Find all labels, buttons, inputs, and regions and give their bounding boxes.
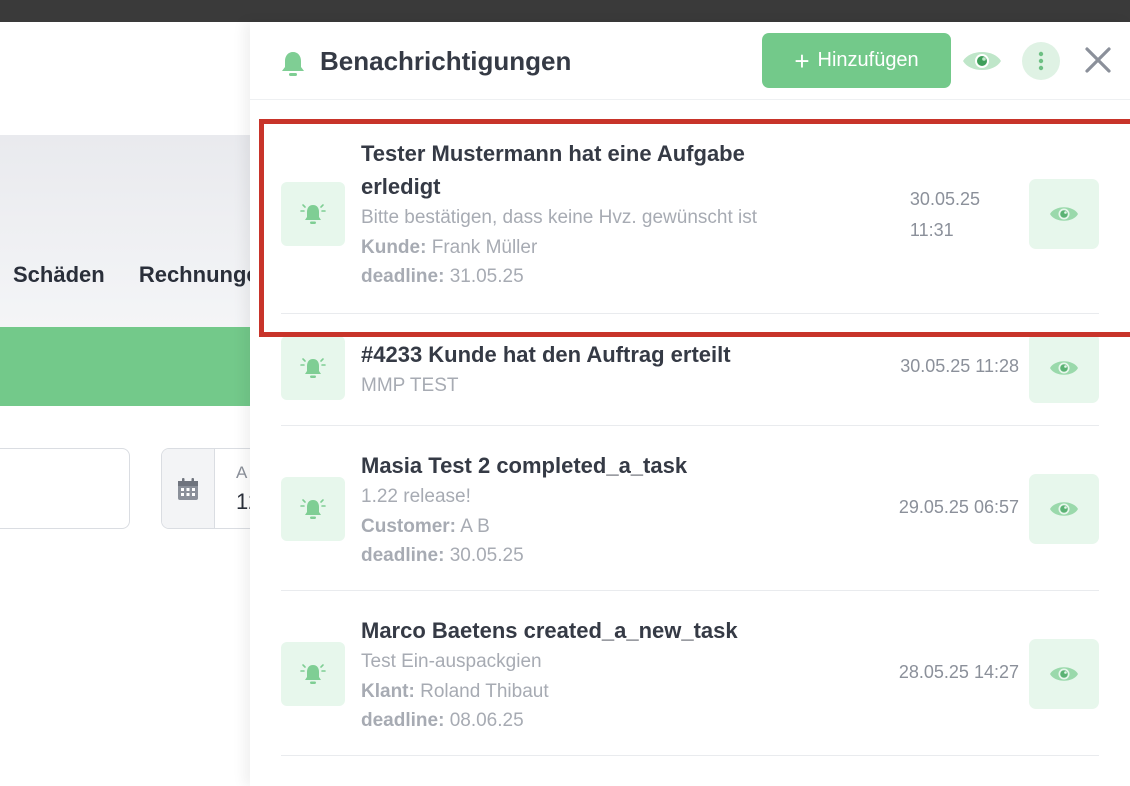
- notification-title: Masia Test 2 completed_a_task: [361, 453, 688, 478]
- background-app: Schäden Rechnunge A 12: [0, 22, 250, 786]
- deadline-label: deadline:: [361, 710, 445, 731]
- customer-label: Customer:: [361, 515, 457, 537]
- notification-item[interactable]: Tester Mustermann hat eine Aufgabe erled…: [281, 118, 1099, 314]
- panel-title: Benachrichtigungen: [320, 46, 572, 76]
- background-nav: Schäden Rechnunge: [13, 262, 250, 288]
- customer-label: Klant:: [361, 680, 415, 702]
- deadline-value: 31.05.25: [449, 266, 524, 287]
- customer-name: Roland Thibaut: [420, 680, 549, 702]
- add-button-label: Hinzufügen: [817, 49, 919, 71]
- customer-label: Kunde:: [361, 236, 427, 258]
- date-field-label: A: [236, 463, 248, 482]
- notifications-panel: Benachrichtigungen + Hinzufügen Tester M…: [250, 22, 1130, 786]
- nav-item-schaeden[interactable]: Schäden: [13, 262, 105, 287]
- eye-icon: [963, 52, 1001, 70]
- notification-message: 1.22 release!: [361, 486, 471, 507]
- notification-deadline: deadline: 08.06.25: [361, 706, 738, 736]
- notification-title-line: Tester Mustermann hat eine Aufgabe: [361, 141, 745, 166]
- notification-content: Masia Test 2 completed_a_task 1.22 relea…: [361, 449, 687, 571]
- add-button[interactable]: + Hinzufügen: [762, 33, 951, 88]
- notification-deadline: deadline: 31.05.25: [361, 262, 757, 292]
- notification-item[interactable]: Masia Test 2 completed_a_task 1.22 relea…: [281, 426, 1099, 591]
- customer-name: Frank Müller: [431, 236, 538, 258]
- deadline-value: 08.06.25: [449, 710, 524, 731]
- eye-icon: [1050, 667, 1078, 681]
- background-input[interactable]: [0, 448, 130, 529]
- notification-customer: Klant: Roland Thibaut: [361, 677, 738, 707]
- panel-header: Benachrichtigungen + Hinzufügen: [250, 22, 1130, 100]
- notification-timestamp: 30.05.25 11:28: [900, 356, 1019, 376]
- notification-title-line: erledigt: [361, 174, 441, 199]
- mark-all-read-eye-button[interactable]: [959, 38, 1005, 84]
- notification-content: Marco Baetens created_a_new_task Test Ei…: [361, 614, 738, 736]
- notification-title: Tester Mustermann hat eine Aufgabe erled…: [361, 137, 757, 203]
- notification-bell-icon: [281, 477, 345, 541]
- customer-name: A B: [460, 515, 490, 537]
- close-icon: [1085, 47, 1111, 73]
- mark-read-eye-button[interactable]: [1029, 179, 1099, 249]
- notification-content: #4233 Kunde hat den Auftrag erteilt MMP …: [361, 338, 731, 401]
- deadline-label: deadline:: [361, 266, 445, 287]
- notification-list: Tester Mustermann hat eine Aufgabe erled…: [281, 118, 1099, 756]
- background-header: [0, 135, 250, 327]
- bell-icon: [282, 52, 304, 76]
- notification-message: Bitte bestätigen, dass keine Hvz. gewüns…: [361, 207, 758, 228]
- notification-content: Tester Mustermann hat eine Aufgabe erled…: [361, 137, 757, 292]
- notification-title: Marco Baetens created_a_new_task: [361, 618, 738, 643]
- notification-timestamp: 30.05.25 11:31: [910, 184, 980, 246]
- notification-message: Test Ein-auspackgien: [361, 651, 542, 672]
- mark-read-eye-button[interactable]: [1029, 474, 1099, 544]
- mark-read-eye-button[interactable]: [1029, 333, 1099, 403]
- more-vertical-icon: [1038, 51, 1044, 71]
- mark-read-eye-button[interactable]: [1029, 639, 1099, 709]
- close-button[interactable]: [1080, 42, 1116, 78]
- plus-icon: +: [794, 45, 810, 76]
- deadline-value: 30.05.25: [449, 545, 524, 566]
- eye-icon: [1050, 207, 1078, 221]
- more-options-button[interactable]: [1022, 42, 1060, 80]
- notification-message: MMP TEST: [361, 375, 459, 396]
- date-field-value: 12: [236, 489, 250, 514]
- notification-date: 30.05.25: [909, 189, 980, 209]
- notification-item[interactable]: #4233 Kunde hat den Auftrag erteilt MMP …: [281, 314, 1099, 426]
- notification-bell-icon: [281, 182, 345, 246]
- background-green-bar: [0, 327, 250, 406]
- notification-customer: Customer: A B: [361, 512, 687, 542]
- notification-deadline: deadline: 30.05.25: [361, 541, 687, 571]
- deadline-label: deadline:: [361, 545, 445, 566]
- calendar-icon: [162, 449, 215, 528]
- notification-timestamp: 29.05.25 06:57: [898, 497, 1019, 517]
- notification-customer: Kunde: Frank Müller: [361, 233, 757, 263]
- nav-item-rechnungen[interactable]: Rechnunge: [139, 262, 250, 287]
- eye-icon: [1050, 502, 1078, 516]
- notification-timestamp: 28.05.25 14:27: [898, 662, 1019, 682]
- window-top-bar: [0, 0, 1130, 22]
- notification-bell-icon: [281, 336, 345, 400]
- eye-icon: [1050, 361, 1078, 375]
- notification-item[interactable]: Marco Baetens created_a_new_task Test Ei…: [281, 591, 1099, 756]
- notification-bell-icon: [281, 642, 345, 706]
- notification-title: #4233 Kunde hat den Auftrag erteilt: [361, 342, 731, 367]
- background-date-field[interactable]: A 12: [161, 448, 250, 529]
- notification-time: 11:31: [909, 220, 954, 240]
